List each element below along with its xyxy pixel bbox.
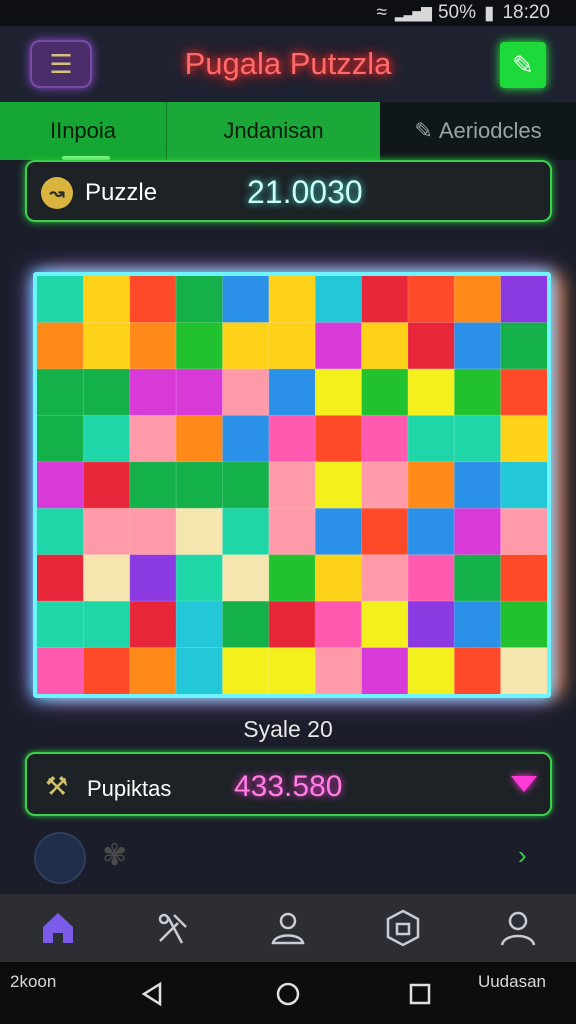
puzzle-board[interactable] xyxy=(33,272,551,698)
badge-icon xyxy=(386,909,420,947)
status-bar: ≈ ▂▃▅▇ 50% ▮ 18:20 xyxy=(0,0,576,26)
coin-icon: ↝ xyxy=(41,177,73,209)
home-button-icon[interactable] xyxy=(274,980,302,1008)
pencil-icon: ✎ xyxy=(512,49,534,80)
tools-icon xyxy=(158,913,187,944)
nav-tools[interactable] xyxy=(143,898,203,958)
bottom-nav xyxy=(0,894,576,962)
score-value: 21.0030 xyxy=(247,174,363,210)
swirl-icon[interactable]: ✾ xyxy=(102,838,127,873)
puzzle-piece[interactable] xyxy=(129,415,177,463)
puzzle-piece[interactable] xyxy=(500,276,547,323)
points-value: 433.580 xyxy=(234,770,343,803)
action-button[interactable]: ✎ xyxy=(500,42,546,88)
nav-profile[interactable] xyxy=(258,898,318,958)
profile-icon xyxy=(271,912,305,945)
home-icon xyxy=(42,913,73,943)
points-panel[interactable]: ⚒ Pupiktas 433.580 xyxy=(25,752,552,816)
battery-icon: ▮ xyxy=(483,2,495,24)
puzzle-piece[interactable] xyxy=(129,554,177,602)
puzzle-piece[interactable] xyxy=(268,647,316,694)
system-left-text: 2koon xyxy=(10,972,57,991)
account-icon xyxy=(501,911,536,946)
battery-percent: 50% xyxy=(437,2,476,23)
chevron-down-icon[interactable] xyxy=(511,776,537,792)
back-icon[interactable] xyxy=(138,980,166,1008)
puzzle-piece[interactable] xyxy=(361,601,409,649)
hammer-icon: ⚒ xyxy=(45,771,69,801)
puzzle-piece[interactable] xyxy=(268,415,316,463)
system-nav-bar: 2koon Uudasan xyxy=(0,962,576,1024)
nav-account[interactable] xyxy=(488,898,548,958)
clock: 18:20 xyxy=(502,2,550,23)
wifi-icon: ≈ xyxy=(376,2,387,23)
system-right-text: Uudasan xyxy=(477,972,546,991)
nav-home[interactable] xyxy=(28,898,88,958)
puzzle-piece[interactable] xyxy=(454,415,502,463)
tab-label: Jndanisan xyxy=(223,118,324,143)
puzzle-piece[interactable] xyxy=(361,461,409,509)
chevron-right-icon[interactable]: › xyxy=(518,840,527,871)
puzzle-piece[interactable] xyxy=(129,368,177,416)
puzzle-piece[interactable] xyxy=(222,601,270,649)
puzzle-piece[interactable] xyxy=(407,554,455,602)
tab-bar: IInpoia Jndanisan ✎ Aeriodcles xyxy=(0,102,576,160)
tab-3[interactable]: ✎ Aeriodcles xyxy=(380,102,576,160)
edit-icon: ✎ xyxy=(414,118,433,143)
level-label: Syale 20 xyxy=(243,716,333,742)
puzzle-piece[interactable] xyxy=(83,368,131,416)
signal-icon: ▂▃▅▇ xyxy=(394,4,432,21)
puzzle-piece[interactable] xyxy=(83,647,131,694)
nav-badge[interactable] xyxy=(373,898,433,958)
puzzle-piece[interactable] xyxy=(500,554,547,602)
puzzle-piece[interactable] xyxy=(37,461,84,509)
round-button[interactable] xyxy=(34,832,86,884)
puzzle-piece[interactable] xyxy=(500,647,547,694)
puzzle-piece[interactable] xyxy=(176,554,223,602)
puzzle-grid[interactable] xyxy=(37,276,547,694)
tab-label: IInpoia xyxy=(49,118,117,143)
puzzle-piece[interactable] xyxy=(407,415,455,463)
puzzle-piece[interactable] xyxy=(83,601,131,649)
puzzle-piece[interactable] xyxy=(407,461,455,509)
tab-label: Aeriodcles xyxy=(438,118,542,143)
app-title: Pugala Putzzla xyxy=(184,46,392,81)
extra-row: ✾ › xyxy=(0,822,576,892)
tab-2[interactable]: Jndanisan xyxy=(166,102,380,160)
score-label: Puzzle xyxy=(85,179,158,206)
app-header: ☰ Pugala Putzzla ✎ xyxy=(0,26,576,102)
puzzle-piece[interactable] xyxy=(500,415,547,463)
recent-apps-icon[interactable] xyxy=(406,980,434,1008)
tab-1[interactable]: IInpoia xyxy=(0,102,166,160)
points-label: Pupiktas xyxy=(87,776,172,801)
score-panel: ↝ Puzzle 21.0030 xyxy=(25,160,552,222)
